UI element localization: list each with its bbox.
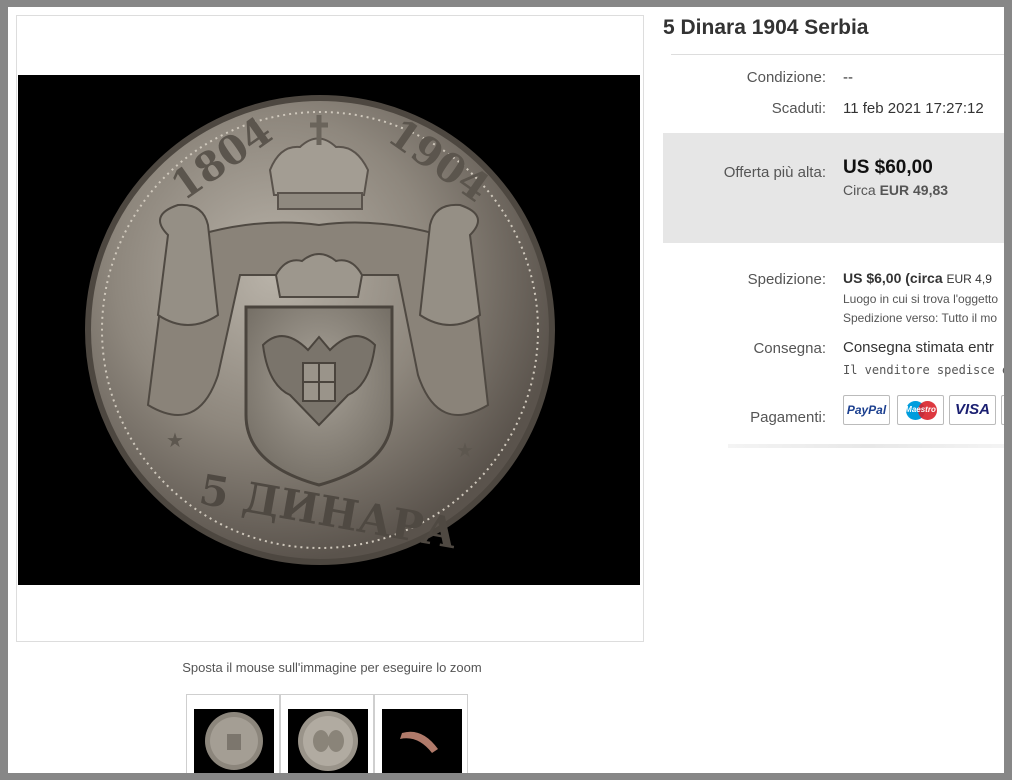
faded-divider (728, 444, 1004, 448)
delivery-value: Consegna stimata entr (843, 339, 994, 356)
thumbnail-image (194, 709, 274, 773)
listing-title: 5 Dinara 1904 Serbia (663, 16, 869, 39)
ended-value: 11 feb 2021 17:27:12 (843, 100, 984, 117)
shipping-approx-open: (circa (905, 270, 943, 286)
title-divider (671, 54, 1004, 55)
bid-price: US $60,00 (843, 157, 933, 178)
shipping-cost: US $6,00 (circa EUR 4,9 (843, 270, 992, 286)
payments-label: Pagamenti: (750, 409, 826, 426)
paypal-icon: PayPal (843, 395, 890, 425)
shipping-location: Luogo in cui si trova l'oggetto (843, 292, 999, 306)
listing-page: ★ ★ 1804 1904 5 ДИНАРА Sposta il mouse s… (8, 7, 1004, 773)
thumbnail-1[interactable] (186, 694, 280, 773)
thumbnail-3[interactable] (374, 694, 468, 773)
shipping-label: Spedizione: (747, 271, 826, 288)
main-coin-image[interactable]: ★ ★ 1804 1904 5 ДИНАРА (18, 75, 640, 585)
bid-approx: Circa EUR 49,83 (843, 182, 948, 198)
more-payment-icon (1001, 395, 1004, 425)
bid-box (663, 133, 1004, 243)
maestro-label: Maestro (905, 405, 936, 414)
visa-icon: VISA (949, 395, 996, 425)
bid-approx-prefix: Circa (843, 182, 876, 198)
thumbnail-2[interactable] (280, 694, 374, 773)
image-panel: ★ ★ 1804 1904 5 ДИНАРА (16, 15, 644, 642)
condition-value: -- (843, 69, 853, 86)
shipping-approx-value: EUR 4,9 (946, 272, 992, 286)
thumbnail-image (382, 709, 462, 773)
maestro-icon: Maestro (897, 395, 944, 425)
condition-label: Condizione: (746, 69, 826, 86)
shipping-value: US $6,00 (843, 270, 902, 286)
delivery-label: Consegna: (753, 340, 826, 357)
bid-approx-value: EUR 49,83 (879, 182, 949, 198)
shipping-to: Spedizione verso: Tutto il mo (843, 311, 997, 325)
svg-text:★: ★ (456, 438, 474, 462)
shipping-to-value: Tutto il mo (941, 311, 998, 325)
svg-text:★: ★ (166, 428, 184, 452)
ended-label: Scaduti: (771, 100, 826, 117)
zoom-hint: Sposta il mouse sull'immagine per esegui… (182, 660, 482, 675)
thumbnail-image (288, 709, 368, 773)
delivery-sub: Il venditore spedisce entr (843, 363, 1004, 377)
shipping-to-label: Spedizione verso: (843, 311, 939, 325)
bid-label: Offerta più alta: (723, 164, 826, 181)
